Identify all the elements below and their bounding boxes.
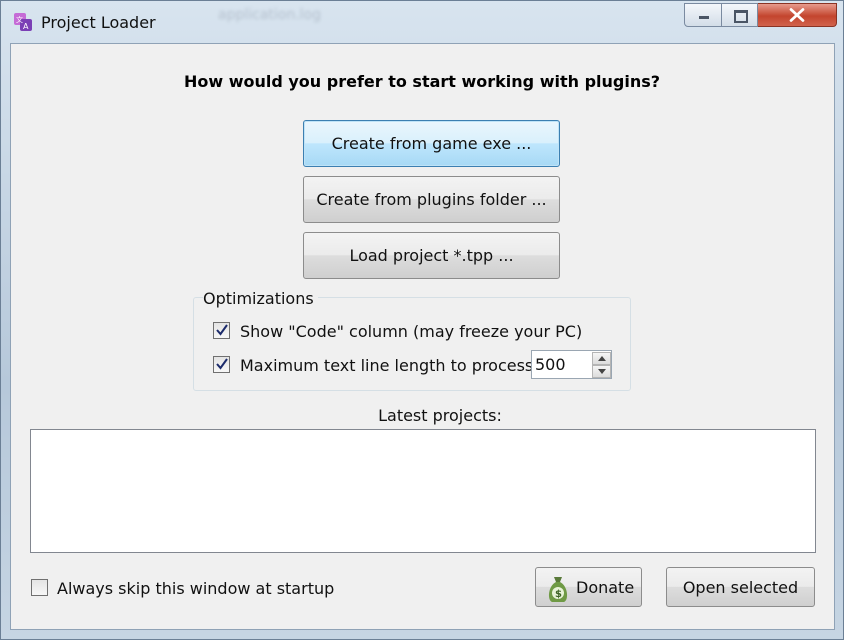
- checkmark-icon: [216, 358, 228, 370]
- maximize-icon: [734, 10, 748, 23]
- max-length-stepper[interactable]: 500: [531, 350, 612, 379]
- window-title: Project Loader: [41, 13, 156, 32]
- donate-label: Donate: [576, 577, 635, 597]
- skip-window-checkbox[interactable]: [31, 579, 48, 596]
- show-code-checkbox[interactable]: [213, 322, 230, 339]
- close-button[interactable]: [758, 3, 837, 27]
- svg-text:A: A: [23, 22, 29, 31]
- create-from-exe-button[interactable]: Create from game exe ...: [303, 120, 560, 167]
- max-length-value[interactable]: 500: [535, 355, 566, 374]
- minimize-button[interactable]: [684, 3, 722, 27]
- svg-text:文: 文: [16, 15, 23, 24]
- latest-projects-label: Latest projects:: [378, 406, 502, 425]
- svg-text:$: $: [555, 589, 562, 600]
- skip-window-label[interactable]: Always skip this window at startup: [57, 579, 334, 598]
- close-icon: [789, 8, 805, 22]
- money-bag-icon: $: [548, 577, 568, 602]
- open-selected-button[interactable]: Open selected: [666, 567, 815, 607]
- spin-up-icon: [598, 356, 606, 361]
- latest-projects-list[interactable]: [30, 429, 816, 553]
- load-project-button[interactable]: Load project *.tpp ...: [303, 232, 560, 279]
- show-code-label[interactable]: Show "Code" column (may freeze your PC): [240, 322, 582, 341]
- spin-up-button[interactable]: [592, 352, 611, 365]
- spin-down-icon: [598, 369, 606, 374]
- checkmark-icon: [216, 324, 228, 336]
- app-icon: 文 A: [14, 13, 32, 31]
- prompt-heading: How would you prefer to start working wi…: [183, 72, 661, 91]
- maximize-button[interactable]: [722, 3, 758, 27]
- donate-button[interactable]: $ Donate: [535, 567, 642, 607]
- create-from-folder-button[interactable]: Create from plugins folder ...: [303, 176, 560, 223]
- optimizations-group-label: Optimizations: [203, 289, 318, 308]
- spin-down-button[interactable]: [592, 365, 611, 378]
- title-bar[interactable]: 文 A Project Loader application.log: [1, 1, 843, 43]
- max-length-checkbox[interactable]: [213, 356, 230, 373]
- max-length-label[interactable]: Maximum text line length to process:: [240, 356, 539, 375]
- minimize-icon: [699, 16, 709, 19]
- background-window-text: application.log: [218, 7, 322, 23]
